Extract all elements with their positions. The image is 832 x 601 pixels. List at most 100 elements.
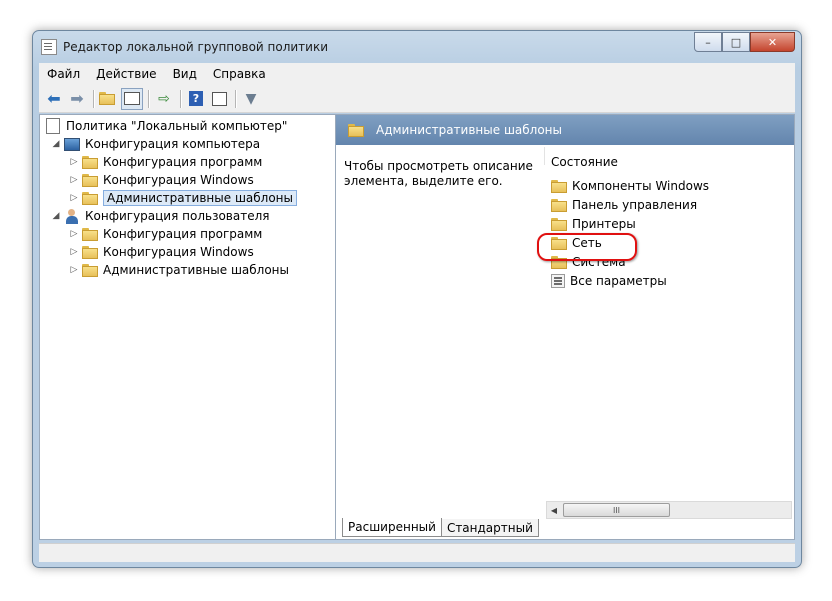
- computer-icon: [64, 137, 80, 151]
- maximize-icon: □: [730, 35, 742, 49]
- details-header-title: Административные шаблоны: [376, 123, 563, 137]
- properties-icon: [211, 91, 227, 106]
- view-tabs: Расширенный Стандартный: [342, 518, 539, 537]
- filter-button[interactable]: ▼: [240, 88, 262, 110]
- expand-icon[interactable]: ▷: [68, 193, 80, 203]
- folder-icon: [82, 155, 98, 169]
- gpedit-window: Редактор локальной групповой политики – …: [32, 30, 802, 568]
- folder-icon: [551, 198, 567, 212]
- toolbar-separator: [180, 89, 181, 108]
- collapse-icon[interactable]: ◢: [50, 139, 62, 149]
- tree-cc-programs[interactable]: ▷ Конфигурация программ: [68, 153, 263, 171]
- network-highlight-marker: [537, 233, 637, 261]
- tab-standard[interactable]: Стандартный: [440, 519, 539, 537]
- tree-root-label: Политика "Локальный компьютер": [66, 119, 288, 133]
- back-button[interactable]: ⬅: [43, 88, 65, 110]
- forward-icon: ➡: [70, 89, 84, 108]
- maximize-button[interactable]: □: [722, 32, 750, 52]
- content-area: Политика "Локальный компьютер" ◢ Конфигу…: [39, 114, 795, 540]
- expand-icon[interactable]: ▷: [68, 157, 80, 167]
- properties-button[interactable]: [208, 88, 230, 110]
- tree-label: Конфигурация компьютера: [85, 137, 261, 151]
- expand-icon[interactable]: ▷: [68, 265, 80, 275]
- forward-button[interactable]: ➡: [66, 88, 88, 110]
- close-icon: ✕: [767, 35, 778, 49]
- minimize-button[interactable]: –: [694, 32, 722, 52]
- list-item-label: Все параметры: [570, 274, 667, 288]
- back-icon: ⬅: [47, 89, 61, 108]
- scroll-thumb[interactable]: III: [563, 503, 670, 517]
- scroll-left-icon[interactable]: ◀: [547, 506, 561, 515]
- folder-icon: [551, 179, 567, 193]
- export-list-icon: ⇨: [158, 90, 170, 107]
- export-list-button[interactable]: ⇨: [153, 88, 175, 110]
- toolbar: ⬅ ➡ ⇨ ? ▼: [39, 85, 795, 113]
- tree-label: Конфигурация Windows: [103, 173, 254, 187]
- tree-label: Конфигурация программ: [103, 227, 263, 241]
- minimize-icon: –: [705, 35, 711, 49]
- close-button[interactable]: ✕: [750, 32, 795, 52]
- tree-uc-admin-templates[interactable]: ▷ Административные шаблоны: [68, 261, 289, 279]
- folder-icon: [82, 245, 98, 259]
- column-separator[interactable]: [544, 147, 545, 165]
- horizontal-scrollbar[interactable]: ◀ III: [546, 501, 792, 519]
- tree-uc-programs[interactable]: ▷ Конфигурация программ: [68, 225, 263, 243]
- folder-icon: [348, 123, 364, 137]
- tree-label: Конфигурация пользователя: [85, 209, 270, 223]
- show-hide-tree-icon: [124, 92, 140, 105]
- window-controls: – □ ✕: [694, 32, 795, 52]
- list-item[interactable]: Все параметры: [551, 272, 667, 290]
- menu-action[interactable]: Действие: [88, 67, 164, 81]
- tree-cc-windows[interactable]: ▷ Конфигурация Windows: [68, 171, 254, 189]
- folder-icon: [82, 173, 98, 187]
- tree-pane: Политика "Локальный компьютер" ◢ Конфигу…: [40, 115, 336, 539]
- up-folder-icon: [98, 92, 115, 105]
- tree-uc-windows[interactable]: ▷ Конфигурация Windows: [68, 243, 254, 261]
- toolbar-separator: [93, 89, 94, 108]
- menu-file[interactable]: Файл: [39, 67, 88, 81]
- folder-icon: [551, 217, 567, 231]
- user-icon: [64, 208, 80, 224]
- title-bar[interactable]: Редактор локальной групповой политики – …: [33, 31, 801, 61]
- list-item-label: Панель управления: [572, 198, 698, 212]
- help-button[interactable]: ?: [185, 88, 207, 110]
- policy-icon: [46, 118, 60, 134]
- tree-user-config[interactable]: ◢ Конфигурация пользователя: [50, 207, 269, 225]
- all-settings-icon: [551, 274, 565, 288]
- list-item-label: Компоненты Windows: [572, 179, 710, 193]
- toolbar-separator: [148, 89, 149, 108]
- menu-view[interactable]: Вид: [165, 67, 205, 81]
- tree-root[interactable]: Политика "Локальный компьютер": [46, 117, 287, 135]
- tree-cc-admin-templates[interactable]: ▷ Административные шаблоны: [68, 189, 298, 207]
- status-bar: [39, 543, 795, 562]
- show-hide-tree-button[interactable]: [121, 87, 143, 110]
- list-item[interactable]: Компоненты Windows: [551, 177, 709, 195]
- folder-icon: [82, 263, 98, 277]
- tree-computer-config[interactable]: ◢ Конфигурация компьютера: [50, 135, 261, 153]
- tree-label-selected: Административные шаблоны: [103, 190, 298, 206]
- collapse-icon[interactable]: ◢: [50, 211, 62, 221]
- expand-icon[interactable]: ▷: [68, 247, 80, 257]
- tree-label: Конфигурация программ: [103, 155, 263, 169]
- toolbar-separator: [235, 89, 236, 108]
- help-icon: ?: [189, 91, 203, 106]
- column-header-state[interactable]: Состояние: [551, 155, 618, 169]
- details-pane: Административные шаблоны Чтобы просмотре…: [336, 115, 794, 539]
- expand-icon[interactable]: ▷: [68, 229, 80, 239]
- tree-label: Административные шаблоны: [103, 263, 290, 277]
- up-folder-button[interactable]: [98, 88, 120, 110]
- list-item[interactable]: Принтеры: [551, 215, 636, 233]
- folder-icon: [82, 227, 98, 241]
- tree-label: Конфигурация Windows: [103, 245, 254, 259]
- list-item[interactable]: Панель управления: [551, 196, 697, 214]
- tab-extended[interactable]: Расширенный: [342, 518, 442, 537]
- details-header: Административные шаблоны: [336, 115, 794, 145]
- list-item-label: Принтеры: [572, 217, 636, 231]
- menu-help[interactable]: Справка: [205, 67, 274, 81]
- filter-icon: ▼: [245, 90, 257, 107]
- menu-bar: Файл Действие Вид Справка: [39, 63, 795, 85]
- description-text: Чтобы просмотреть описание элемента, выд…: [344, 159, 533, 188]
- expand-icon[interactable]: ▷: [68, 175, 80, 185]
- window-title: Редактор локальной групповой политики: [63, 40, 329, 54]
- folder-icon: [82, 191, 98, 205]
